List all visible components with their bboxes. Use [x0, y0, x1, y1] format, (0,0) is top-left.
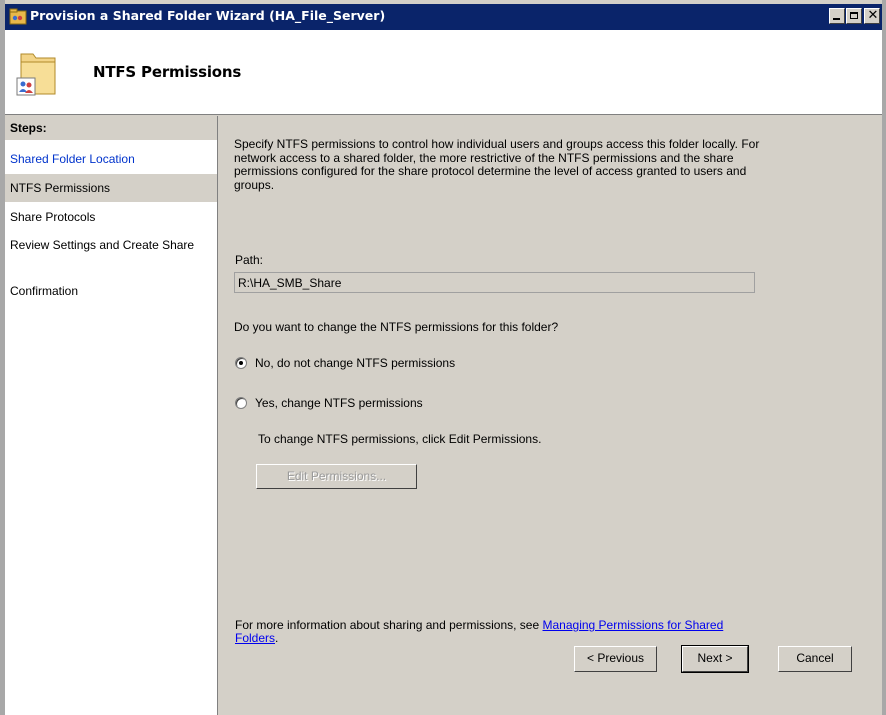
shared-folder-icon — [16, 53, 56, 96]
footer-period: . — [275, 631, 279, 645]
edit-info-text: To change NTFS permissions, click Edit P… — [258, 432, 542, 446]
option-no-row[interactable]: No, do not change NTFS permissions — [235, 356, 455, 370]
radio-selected-dot — [239, 361, 243, 365]
window-title: Provision a Shared Folder Wizard (HA_Fil… — [30, 8, 386, 23]
description-text: Specify NTFS permissions to control how … — [234, 137, 760, 192]
question-text: Do you want to change the NTFS permissio… — [234, 320, 559, 334]
wizard-window: Provision a Shared Folder Wizard (HA_Fil… — [0, 0, 886, 715]
window-controls: ✕ — [829, 8, 880, 24]
step-review-settings: Review Settings and Create Share — [10, 238, 195, 252]
path-field[interactable]: R:\HA_SMB_Share — [234, 272, 755, 293]
previous-button[interactable]: < Previous — [574, 646, 657, 672]
option-yes-radio[interactable] — [235, 397, 247, 409]
close-button[interactable]: ✕ — [864, 8, 880, 24]
footer-note: For more information about sharing and p… — [235, 619, 745, 645]
footer-text: For more information about sharing and p… — [235, 618, 540, 632]
step-ntfs-permissions: NTFS Permissions — [5, 174, 217, 202]
page-title: NTFS Permissions — [93, 63, 242, 81]
option-no-radio[interactable] — [235, 357, 247, 369]
wizard-header: NTFS Permissions — [5, 30, 882, 115]
step-confirmation: Confirmation — [10, 284, 79, 298]
option-yes-label[interactable]: Yes, change NTFS permissions — [255, 396, 423, 410]
content-pane: Specify NTFS permissions to control how … — [218, 116, 882, 715]
close-icon: ✕ — [867, 8, 879, 23]
path-label: Path: — [235, 253, 264, 267]
option-yes-row[interactable]: Yes, change NTFS permissions — [235, 396, 423, 410]
cancel-button[interactable]: Cancel — [778, 646, 852, 672]
step-shared-folder-location[interactable]: Shared Folder Location — [5, 152, 217, 166]
maximize-icon — [850, 12, 858, 19]
wizard-app-icon — [9, 8, 27, 25]
steps-heading-label: Steps: — [10, 121, 47, 135]
next-button[interactable]: Next > — [681, 645, 749, 673]
minimize-icon — [833, 18, 840, 20]
edit-permissions-button[interactable]: Edit Permissions... — [256, 464, 417, 489]
path-value: R:\HA_SMB_Share — [238, 276, 342, 290]
minimize-button[interactable] — [829, 8, 845, 24]
maximize-button[interactable] — [846, 8, 862, 24]
steps-pane: Steps: Shared Folder Location NTFS Permi… — [5, 116, 218, 715]
steps-heading: Steps: — [5, 116, 217, 140]
step-share-protocols: Share Protocols — [10, 210, 96, 224]
option-no-label[interactable]: No, do not change NTFS permissions — [255, 356, 455, 370]
title-bar[interactable]: Provision a Shared Folder Wizard (HA_Fil… — [5, 4, 882, 30]
